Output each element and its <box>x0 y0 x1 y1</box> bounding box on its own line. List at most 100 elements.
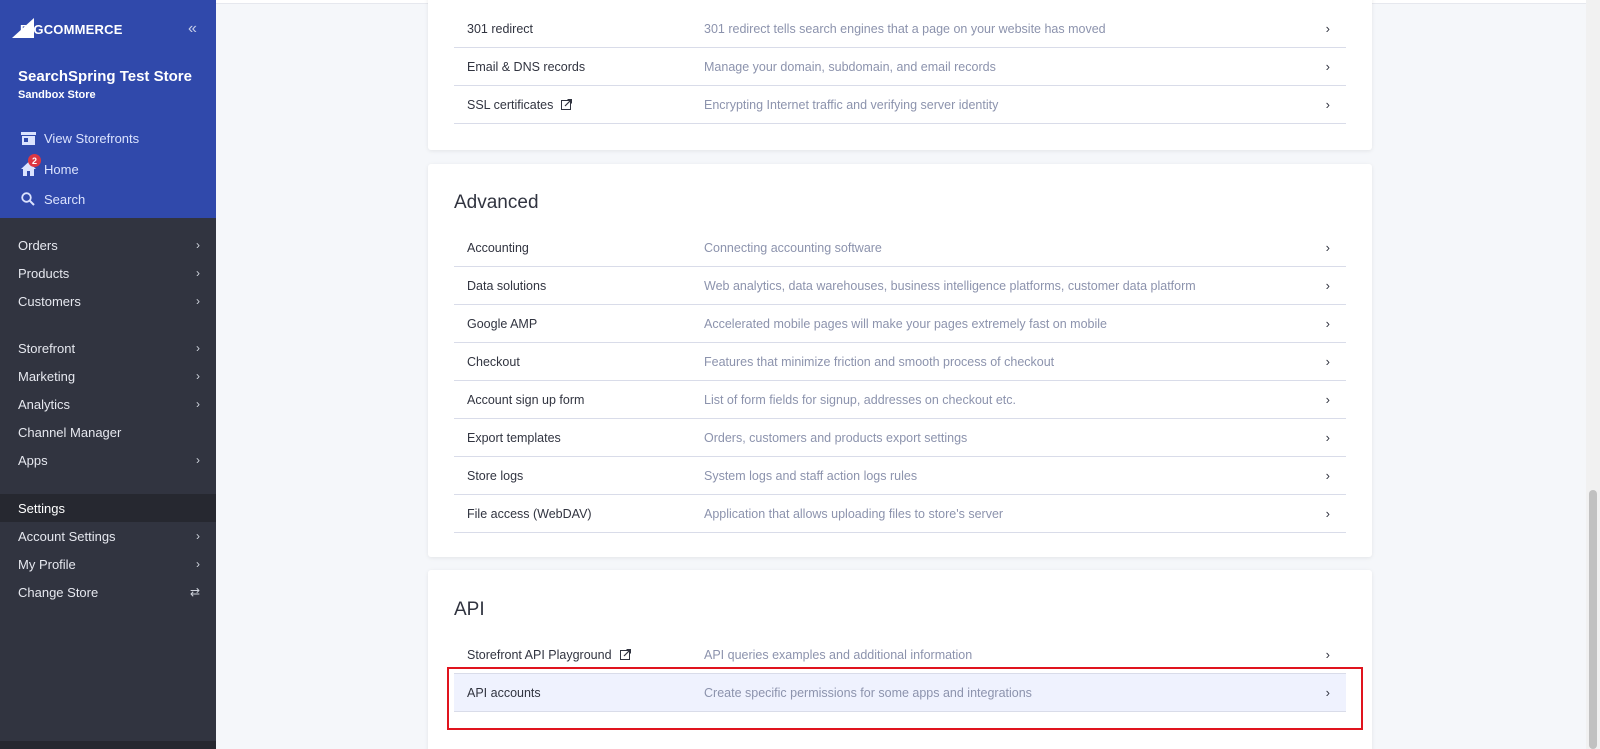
row-description: System logs and staff action logs rules <box>704 468 918 483</box>
home-label: Home <box>44 161 79 177</box>
sidebar: BIGCOMMERCE « SearchSpring Test Store Sa… <box>0 0 216 749</box>
sidebar-footer <box>0 741 216 749</box>
nav-customers-label: Customers <box>18 293 81 309</box>
chevron-right-icon: › <box>1325 97 1330 112</box>
nav-customers[interactable]: Customers › <box>0 287 216 315</box>
row-description: Manage your domain, subdomain, and email… <box>704 59 996 74</box>
chevron-right-icon: › <box>196 453 200 467</box>
chevron-right-icon: › <box>1325 430 1330 445</box>
notification-badge: 2 <box>28 154 41 167</box>
chevron-right-icon: › <box>1325 278 1330 293</box>
chevron-right-icon: › <box>196 341 200 355</box>
chevron-right-icon: › <box>1325 21 1330 36</box>
row-name: Email & DNS records <box>467 59 586 74</box>
row-name: Store logs <box>467 468 524 483</box>
settings-row[interactable]: Export templates Orders, customers and p… <box>454 419 1346 457</box>
settings-row[interactable]: Storefront API Playground API queries ex… <box>454 636 1346 674</box>
collapse-sidebar-icon[interactable]: « <box>188 20 197 38</box>
settings-row[interactable]: SSL certificates Encrypting Internet tra… <box>454 86 1346 124</box>
external-link-icon <box>619 649 631 660</box>
chevron-right-icon: › <box>196 266 200 280</box>
api-accounts-row[interactable]: API accounts Create specific permissions… <box>454 674 1346 712</box>
view-storefronts-link[interactable]: View Storefronts <box>20 130 139 146</box>
store-type: Sandbox Store <box>18 89 96 101</box>
scrollbar-thumb[interactable] <box>1589 490 1597 749</box>
nav-account-settings[interactable]: Account Settings › <box>0 522 216 550</box>
row-description: List of form fields for signup, addresse… <box>704 392 1016 407</box>
row-description: API queries examples and additional info… <box>704 647 973 662</box>
settings-row[interactable]: 301 redirect 301 redirect tells search e… <box>454 10 1346 48</box>
chevron-right-icon: › <box>1325 506 1330 521</box>
row-description: Accelerated mobile pages will make your … <box>704 316 1107 331</box>
nav-products-label: Products <box>18 265 70 281</box>
row-name: Accounting <box>467 240 529 255</box>
nav-channel-manager-label: Channel Manager <box>18 424 122 440</box>
chevron-right-icon: › <box>1325 685 1330 700</box>
storefront-icon <box>20 130 36 146</box>
bigcommerce-logo[interactable]: BIGCOMMERCE <box>12 18 123 38</box>
home-link[interactable]: 2 Home <box>20 154 79 177</box>
row-name: Export templates <box>467 430 561 445</box>
nav-storefront[interactable]: Storefront › <box>0 334 216 362</box>
nav-analytics-label: Analytics <box>18 396 71 412</box>
settings-row[interactable]: Data solutions Web analytics, data wareh… <box>454 267 1346 305</box>
row-name: SSL certificates <box>467 98 573 112</box>
row-name: Data solutions <box>467 278 547 293</box>
chevron-right-icon: › <box>196 369 200 383</box>
row-name: File access (WebDAV) <box>467 506 592 521</box>
store-name: SearchSpring Test Store <box>18 68 192 85</box>
search-icon <box>20 191 36 207</box>
row-name: API accounts <box>467 685 541 700</box>
nav-marketing[interactable]: Marketing › <box>0 362 216 390</box>
card-advanced: Advanced Accounting Connecting accountin… <box>428 164 1372 557</box>
settings-row[interactable]: Google AMP Accelerated mobile pages will… <box>454 305 1346 343</box>
nav-change-store-label: Change Store <box>18 584 99 600</box>
nav-apps[interactable]: Apps › <box>0 446 216 474</box>
settings-row[interactable]: File access (WebDAV) Application that al… <box>454 495 1346 533</box>
chevron-right-icon: › <box>196 397 200 411</box>
row-name: Storefront API Playground <box>467 648 631 662</box>
chevron-right-icon: › <box>196 529 200 543</box>
row-name: Google AMP <box>467 316 538 331</box>
nav-channel-manager[interactable]: Channel Manager <box>0 418 216 446</box>
row-name: Checkout <box>467 354 520 369</box>
chevron-right-icon: › <box>1325 647 1330 662</box>
card-api: API Storefront API Playground API querie… <box>428 570 1372 749</box>
nav-settings[interactable]: Settings <box>0 494 216 522</box>
chevron-right-icon: › <box>1325 392 1330 407</box>
chevron-right-icon: › <box>1325 59 1330 74</box>
settings-row[interactable]: Account sign up form List of form fields… <box>454 381 1346 419</box>
nav-my-profile-label: My Profile <box>18 556 76 572</box>
nav-products[interactable]: Products › <box>0 259 216 287</box>
settings-row[interactable]: Store logs System logs and staff action … <box>454 457 1346 495</box>
nav-orders-label: Orders <box>18 237 58 253</box>
settings-row[interactable]: Checkout Features that minimize friction… <box>454 343 1346 381</box>
chevron-right-icon: › <box>1325 316 1330 331</box>
card-domains: 301 redirect 301 redirect tells search e… <box>428 0 1372 150</box>
settings-row[interactable]: Accounting Connecting accounting softwar… <box>454 229 1346 267</box>
nav-marketing-label: Marketing <box>18 368 76 384</box>
nav-analytics[interactable]: Analytics › <box>0 390 216 418</box>
external-link-icon <box>561 99 573 110</box>
row-description: Features that minimize friction and smoo… <box>704 354 1055 369</box>
section-title: Advanced <box>454 192 539 213</box>
row-description: Create specific permissions for some app… <box>704 685 1032 700</box>
swap-arrows-icon: ⇄ <box>189 585 200 599</box>
chevron-right-icon: › <box>1325 240 1330 255</box>
nav-change-store[interactable]: Change Store ⇄ <box>0 578 216 606</box>
chevron-right-icon: › <box>1325 468 1330 483</box>
sidebar-header: BIGCOMMERCE « SearchSpring Test Store Sa… <box>0 0 216 218</box>
section-title: API <box>454 599 485 620</box>
view-storefronts-label: View Storefronts <box>44 130 140 146</box>
nav-apps-label: Apps <box>18 452 48 468</box>
vertical-scrollbar[interactable] <box>1586 0 1600 749</box>
settings-row[interactable]: Email & DNS records Manage your domain, … <box>454 48 1346 86</box>
row-description: Encrypting Internet traffic and verifyin… <box>704 97 999 112</box>
home-icon: 2 <box>20 154 41 177</box>
nav-orders[interactable]: Orders › <box>0 231 216 259</box>
search-link[interactable]: Search <box>20 191 85 207</box>
nav-my-profile[interactable]: My Profile › <box>0 550 216 578</box>
chevron-right-icon: › <box>196 238 200 252</box>
row-name-text: Storefront API Playground <box>467 647 612 662</box>
main-content: 301 redirect 301 redirect tells search e… <box>216 0 1600 749</box>
